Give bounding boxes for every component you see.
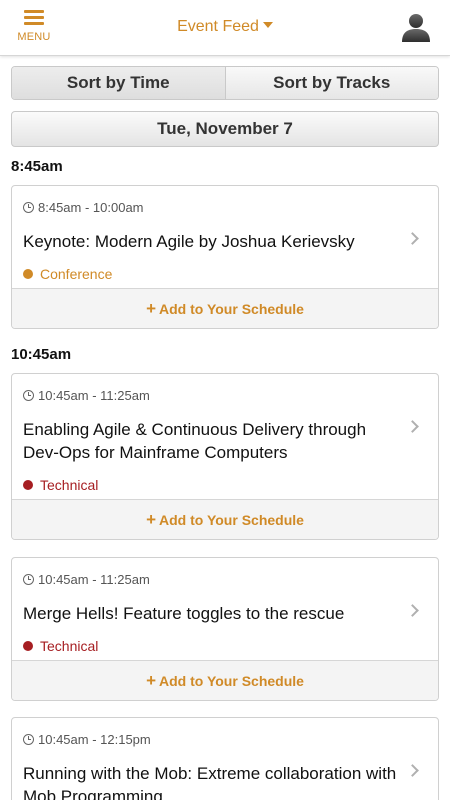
add-to-schedule-button[interactable]: + Add to Your Schedule [12, 499, 438, 539]
clock-icon [23, 574, 34, 585]
session-card[interactable]: 10:45am - 11:25am Enabling Agile & Conti… [11, 373, 439, 540]
date-selector-button[interactable]: Tue, November 7 [11, 111, 439, 147]
session-card[interactable]: 8:45am - 10:00am Keynote: Modern Agile b… [11, 185, 439, 329]
session-track: Technical [23, 638, 398, 654]
top-bar: MENU Event Feed [0, 0, 450, 56]
page-title: Event Feed [177, 18, 259, 35]
clock-icon [23, 202, 34, 213]
track-dot-icon [23, 641, 33, 651]
plus-icon: + [146, 670, 156, 690]
add-to-schedule-button[interactable]: + Add to Your Schedule [12, 660, 438, 700]
session-title: Enabling Agile & Continuous Delivery thr… [23, 420, 367, 462]
session-time: 10:45am - 11:25am [23, 572, 398, 587]
session-time: 10:45am - 11:25am [23, 388, 398, 403]
sort-by-tracks-button[interactable]: Sort by Tracks [224, 67, 438, 99]
event-feed-dropdown[interactable]: Event Feed [0, 18, 450, 36]
sort-segmented-control: Sort by Time Sort by Tracks [11, 66, 439, 100]
session-time: 8:45am - 10:00am [23, 200, 398, 215]
session-card[interactable]: 10:45am - 11:25am Merge Hells! Feature t… [11, 557, 439, 701]
session-track: Technical [23, 477, 398, 493]
session-time: 10:45am - 12:15pm [23, 732, 398, 747]
plus-icon: + [146, 509, 156, 529]
track-dot-icon [23, 480, 33, 490]
session-track: Conference [23, 266, 398, 282]
time-group-header: 10:45am [11, 346, 72, 363]
session-title: Merge Hells! Feature toggles to the resc… [23, 604, 345, 623]
add-to-schedule-button[interactable]: + Add to Your Schedule [12, 288, 438, 328]
clock-icon [23, 390, 34, 401]
track-dot-icon [23, 269, 33, 279]
session-title: Running with the Mob: Extreme collaborat… [23, 764, 397, 800]
time-group-header: 8:45am [11, 158, 63, 175]
user-avatar-icon[interactable] [400, 12, 432, 42]
clock-icon [23, 734, 34, 745]
caret-down-icon [262, 22, 273, 28]
session-title: Keynote: Modern Agile by Joshua Kerievsk… [23, 232, 355, 251]
session-card[interactable]: 10:45am - 12:15pm Running with the Mob: … [11, 717, 439, 800]
sort-by-time-button[interactable]: Sort by Time [12, 67, 225, 99]
plus-icon: + [146, 298, 156, 318]
